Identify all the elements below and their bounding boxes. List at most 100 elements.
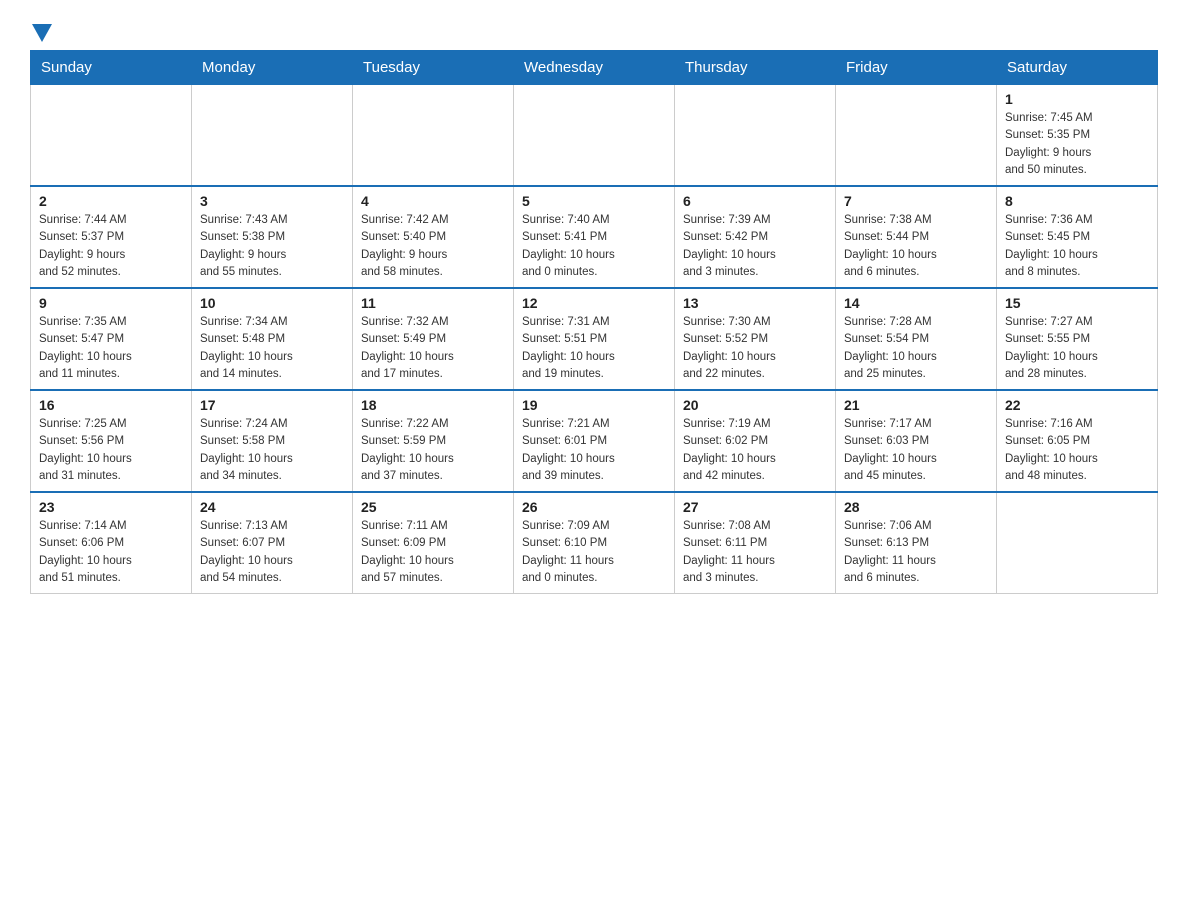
day-info: Sunrise: 7:40 AM Sunset: 5:41 PM Dayligh… [522,212,666,281]
day-header-monday: Monday [192,51,353,85]
calendar-cell: 21 Sunrise: 7:17 AM Sunset: 6:03 PM Dayli… [836,390,997,492]
day-number: 18 [361,397,505,413]
day-info: Sunrise: 7:30 AM Sunset: 5:52 PM Dayligh… [683,314,827,383]
day-number: 14 [844,295,988,311]
day-header-saturday: Saturday [997,51,1158,85]
day-number: 6 [683,193,827,209]
logo-triangle-icon [32,24,52,42]
day-info: Sunrise: 7:11 AM Sunset: 6:09 PM Dayligh… [361,518,505,587]
day-info: Sunrise: 7:22 AM Sunset: 5:59 PM Dayligh… [361,416,505,485]
day-info: Sunrise: 7:13 AM Sunset: 6:07 PM Dayligh… [200,518,344,587]
day-info: Sunrise: 7:44 AM Sunset: 5:37 PM Dayligh… [39,212,183,281]
day-number: 1 [1005,91,1149,107]
day-number: 27 [683,499,827,515]
day-info: Sunrise: 7:36 AM Sunset: 5:45 PM Dayligh… [1005,212,1149,281]
day-info: Sunrise: 7:14 AM Sunset: 6:06 PM Dayligh… [39,518,183,587]
calendar-week-5: 23 Sunrise: 7:14 AM Sunset: 6:06 PM Dayli… [31,492,1158,594]
day-info: Sunrise: 7:38 AM Sunset: 5:44 PM Dayligh… [844,212,988,281]
day-info: Sunrise: 7:42 AM Sunset: 5:40 PM Dayligh… [361,212,505,281]
day-info: Sunrise: 7:31 AM Sunset: 5:51 PM Dayligh… [522,314,666,383]
day-info: Sunrise: 7:21 AM Sunset: 6:01 PM Dayligh… [522,416,666,485]
day-number: 25 [361,499,505,515]
calendar-cell: 13 Sunrise: 7:30 AM Sunset: 5:52 PM Dayli… [675,288,836,390]
calendar-cell: 11 Sunrise: 7:32 AM Sunset: 5:49 PM Dayli… [353,288,514,390]
calendar-cell: 4 Sunrise: 7:42 AM Sunset: 5:40 PM Daylig… [353,186,514,288]
calendar-cell: 26 Sunrise: 7:09 AM Sunset: 6:10 PM Dayli… [514,492,675,594]
day-number: 17 [200,397,344,413]
day-info: Sunrise: 7:17 AM Sunset: 6:03 PM Dayligh… [844,416,988,485]
calendar-cell: 14 Sunrise: 7:28 AM Sunset: 5:54 PM Dayli… [836,288,997,390]
day-number: 11 [361,295,505,311]
day-info: Sunrise: 7:06 AM Sunset: 6:13 PM Dayligh… [844,518,988,587]
calendar-cell: 15 Sunrise: 7:27 AM Sunset: 5:55 PM Dayli… [997,288,1158,390]
calendar-cell: 24Sunrise: 7:13 AM Sunset: 6:07 PM Dayli… [192,492,353,594]
page-header [30,20,1158,40]
day-number: 5 [522,193,666,209]
calendar-cell [997,492,1158,594]
calendar-cell: 17 Sunrise: 7:24 AM Sunset: 5:58 PM Dayli… [192,390,353,492]
calendar-cell: 16 Sunrise: 7:25 AM Sunset: 5:56 PM Dayli… [31,390,192,492]
day-info: Sunrise: 7:34 AM Sunset: 5:48 PM Dayligh… [200,314,344,383]
calendar-cell: 10 Sunrise: 7:34 AM Sunset: 5:48 PM Dayli… [192,288,353,390]
day-header-wednesday: Wednesday [514,51,675,85]
day-number: 8 [1005,193,1149,209]
day-info: Sunrise: 7:27 AM Sunset: 5:55 PM Dayligh… [1005,314,1149,383]
day-info: Sunrise: 7:45 AM Sunset: 5:35 PM Dayligh… [1005,110,1149,179]
day-header-tuesday: Tuesday [353,51,514,85]
day-info: Sunrise: 7:09 AM Sunset: 6:10 PM Dayligh… [522,518,666,587]
day-number: 3 [200,193,344,209]
day-info: Sunrise: 7:43 AM Sunset: 5:38 PM Dayligh… [200,212,344,281]
day-number: 21 [844,397,988,413]
day-info: Sunrise: 7:24 AM Sunset: 5:58 PM Dayligh… [200,416,344,485]
calendar-week-1: 1 Sunrise: 7:45 AM Sunset: 5:35 PM Daylig… [31,85,1158,187]
calendar-cell: 27 Sunrise: 7:08 AM Sunset: 6:11 PM Dayli… [675,492,836,594]
day-number: 7 [844,193,988,209]
calendar-cell: 19 Sunrise: 7:21 AM Sunset: 6:01 PM Dayli… [514,390,675,492]
day-number: 19 [522,397,666,413]
day-number: 20 [683,397,827,413]
day-info: Sunrise: 7:32 AM Sunset: 5:49 PM Dayligh… [361,314,505,383]
day-info: Sunrise: 7:25 AM Sunset: 5:56 PM Dayligh… [39,416,183,485]
calendar-week-3: 9Sunrise: 7:35 AM Sunset: 5:47 PM Daylig… [31,288,1158,390]
day-header-thursday: Thursday [675,51,836,85]
calendar-cell: 23 Sunrise: 7:14 AM Sunset: 6:06 PM Dayli… [31,492,192,594]
calendar-cell [353,85,514,187]
calendar-cell: 28 Sunrise: 7:06 AM Sunset: 6:13 PM Dayli… [836,492,997,594]
calendar-week-4: 16 Sunrise: 7:25 AM Sunset: 5:56 PM Dayli… [31,390,1158,492]
day-info: Sunrise: 7:39 AM Sunset: 5:42 PM Dayligh… [683,212,827,281]
day-number: 4 [361,193,505,209]
calendar-cell: 20 Sunrise: 7:19 AM Sunset: 6:02 PM Dayli… [675,390,836,492]
day-number: 23 [39,499,183,515]
day-number: 28 [844,499,988,515]
calendar-header-row: SundayMondayTuesdayWednesdayThursdayFrid… [31,51,1158,85]
calendar-cell: 5 Sunrise: 7:40 AM Sunset: 5:41 PM Daylig… [514,186,675,288]
calendar-cell: 2Sunrise: 7:44 AM Sunset: 5:37 PM Daylig… [31,186,192,288]
day-number: 10 [200,295,344,311]
calendar-cell [514,85,675,187]
day-info: Sunrise: 7:19 AM Sunset: 6:02 PM Dayligh… [683,416,827,485]
calendar-cell: 12 Sunrise: 7:31 AM Sunset: 5:51 PM Dayli… [514,288,675,390]
calendar-cell: 7 Sunrise: 7:38 AM Sunset: 5:44 PM Daylig… [836,186,997,288]
calendar-week-2: 2Sunrise: 7:44 AM Sunset: 5:37 PM Daylig… [31,186,1158,288]
day-number: 16 [39,397,183,413]
day-info: Sunrise: 7:16 AM Sunset: 6:05 PM Dayligh… [1005,416,1149,485]
calendar-cell [675,85,836,187]
calendar-cell: 22 Sunrise: 7:16 AM Sunset: 6:05 PM Dayli… [997,390,1158,492]
calendar-cell: 25 Sunrise: 7:11 AM Sunset: 6:09 PM Dayli… [353,492,514,594]
day-number: 13 [683,295,827,311]
day-number: 12 [522,295,666,311]
day-number: 15 [1005,295,1149,311]
calendar-cell [192,85,353,187]
day-number: 26 [522,499,666,515]
calendar-cell: 8 Sunrise: 7:36 AM Sunset: 5:45 PM Daylig… [997,186,1158,288]
calendar-cell: 18 Sunrise: 7:22 AM Sunset: 5:59 PM Dayli… [353,390,514,492]
day-number: 22 [1005,397,1149,413]
day-info: Sunrise: 7:08 AM Sunset: 6:11 PM Dayligh… [683,518,827,587]
day-header-friday: Friday [836,51,997,85]
calendar-cell: 3 Sunrise: 7:43 AM Sunset: 5:38 PM Daylig… [192,186,353,288]
logo [30,20,52,40]
calendar-cell: 1 Sunrise: 7:45 AM Sunset: 5:35 PM Daylig… [997,85,1158,187]
day-header-sunday: Sunday [31,51,192,85]
day-info: Sunrise: 7:28 AM Sunset: 5:54 PM Dayligh… [844,314,988,383]
calendar-cell [836,85,997,187]
